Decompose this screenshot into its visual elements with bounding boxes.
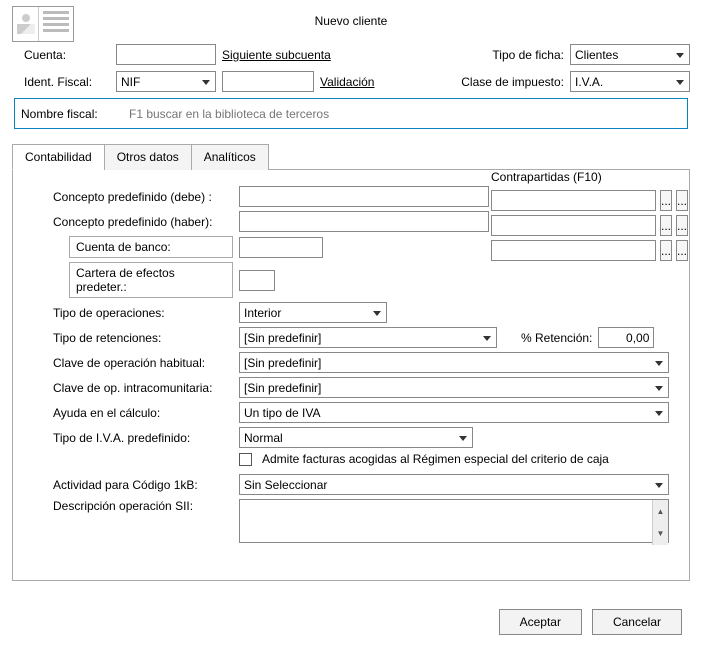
tipo-iva-label: Tipo de I.V.A. predefinido: (53, 431, 233, 445)
tipo-retenciones-label: Tipo de retenciones: (53, 331, 233, 345)
cuenta-banco-label[interactable]: Cuenta de banco: (69, 236, 233, 258)
cancelar-button[interactable]: Cancelar (592, 609, 682, 635)
contrapartida-btn-3b[interactable]: ... (676, 240, 688, 261)
tab-contabilidad[interactable]: Contabilidad (12, 144, 105, 170)
tipo-ficha-label: Tipo de ficha: (492, 48, 564, 62)
actividad-1kb-label: Actividad para Código 1kB: (53, 478, 233, 492)
contrapartida-btn-1a[interactable]: ... (660, 190, 672, 211)
aceptar-button[interactable]: Aceptar (499, 609, 582, 635)
contrapartida-btn-2b[interactable]: ... (676, 215, 688, 236)
tipo-operaciones-label: Tipo de operaciones: (53, 306, 233, 320)
validacion-link[interactable]: Validación (320, 75, 374, 89)
scroll-up-icon[interactable]: ▲ (652, 500, 668, 523)
footer: Aceptar Cancelar (0, 593, 702, 647)
tipo-retenciones-select[interactable]: [Sin predefinir] (239, 327, 497, 348)
clase-impuesto-label: Clase de impuesto: (461, 75, 564, 89)
contrapartida-btn-3a[interactable]: ... (660, 240, 672, 261)
concepto-debe-input[interactable] (239, 186, 489, 207)
window-title: Nuevo cliente (12, 8, 690, 44)
tab-analiticos[interactable]: Analíticos (191, 144, 269, 170)
admite-facturas-checkbox[interactable] (239, 453, 252, 466)
admite-facturas-label: Admite facturas acogidas al Régimen espe… (262, 452, 609, 466)
ayuda-calculo-select[interactable]: Un tipo de IVA (239, 402, 669, 423)
clase-impuesto-select[interactable]: I.V.A. (570, 71, 690, 92)
contrapartida-input-2[interactable] (491, 215, 656, 236)
tipo-ficha-select[interactable]: Clientes (570, 44, 690, 65)
actividad-1kb-select[interactable]: Sin Seleccionar (239, 474, 669, 495)
contrapartida-btn-1b[interactable]: ... (676, 190, 688, 211)
ident-fiscal-input[interactable] (222, 71, 314, 92)
clave-intra-label: Clave de op. intracomunitaria: (53, 381, 233, 395)
cartera-efectos-label[interactable]: Cartera de efectos predeter.: (69, 262, 233, 298)
concepto-haber-input[interactable] (239, 211, 489, 232)
tab-panel-contabilidad: Contrapartidas (F10) ... ... ... ... ...… (12, 170, 690, 581)
siguiente-subcuenta-link[interactable]: Siguiente subcuenta (222, 48, 331, 62)
contrapartidas-title: Contrapartidas (F10) (491, 170, 661, 184)
ayuda-calculo-label: Ayuda en el cálculo: (53, 406, 233, 420)
contrapartidas-panel: Contrapartidas (F10) ... ... ... ... ...… (491, 170, 661, 265)
cuenta-input[interactable] (116, 44, 216, 65)
nombre-fiscal-row: Nombre fiscal: (14, 98, 688, 129)
concepto-debe-label: Concepto predefinido (debe) : (53, 190, 233, 204)
ident-fiscal-select[interactable]: NIF (116, 71, 216, 92)
tab-otros-datos[interactable]: Otros datos (104, 144, 192, 170)
pct-retencion-input[interactable] (598, 327, 654, 348)
tipo-iva-select[interactable]: Normal (239, 427, 473, 448)
tipo-operaciones-select[interactable]: Interior (239, 302, 387, 323)
scroll-down-icon[interactable]: ▼ (652, 523, 668, 546)
ident-fiscal-label: Ident. Fiscal: (24, 75, 110, 89)
cartera-efectos-input[interactable] (239, 270, 275, 291)
nombre-fiscal-input[interactable] (125, 103, 681, 124)
tabs: Contabilidad Otros datos Analíticos (12, 143, 690, 170)
cuenta-label: Cuenta: (24, 48, 110, 62)
view-mode-icon[interactable] (12, 6, 74, 42)
contrapartida-input-3[interactable] (491, 240, 656, 261)
cuenta-banco-input[interactable] (239, 237, 323, 258)
clave-habitual-label: Clave de operación habitual: (53, 356, 233, 370)
descripcion-sii-textarea[interactable] (239, 499, 669, 543)
clave-habitual-select[interactable]: [Sin predefinir] (239, 352, 669, 373)
descripcion-sii-label: Descripción operación SII: (53, 499, 233, 513)
clave-intra-select[interactable]: [Sin predefinir] (239, 377, 669, 398)
contrapartida-input-1[interactable] (491, 190, 656, 211)
nombre-fiscal-label: Nombre fiscal: (21, 107, 115, 121)
contrapartida-btn-2a[interactable]: ... (660, 215, 672, 236)
pct-retencion-label: % Retención: (521, 331, 592, 345)
concepto-haber-label: Concepto predefinido (haber): (53, 215, 233, 229)
